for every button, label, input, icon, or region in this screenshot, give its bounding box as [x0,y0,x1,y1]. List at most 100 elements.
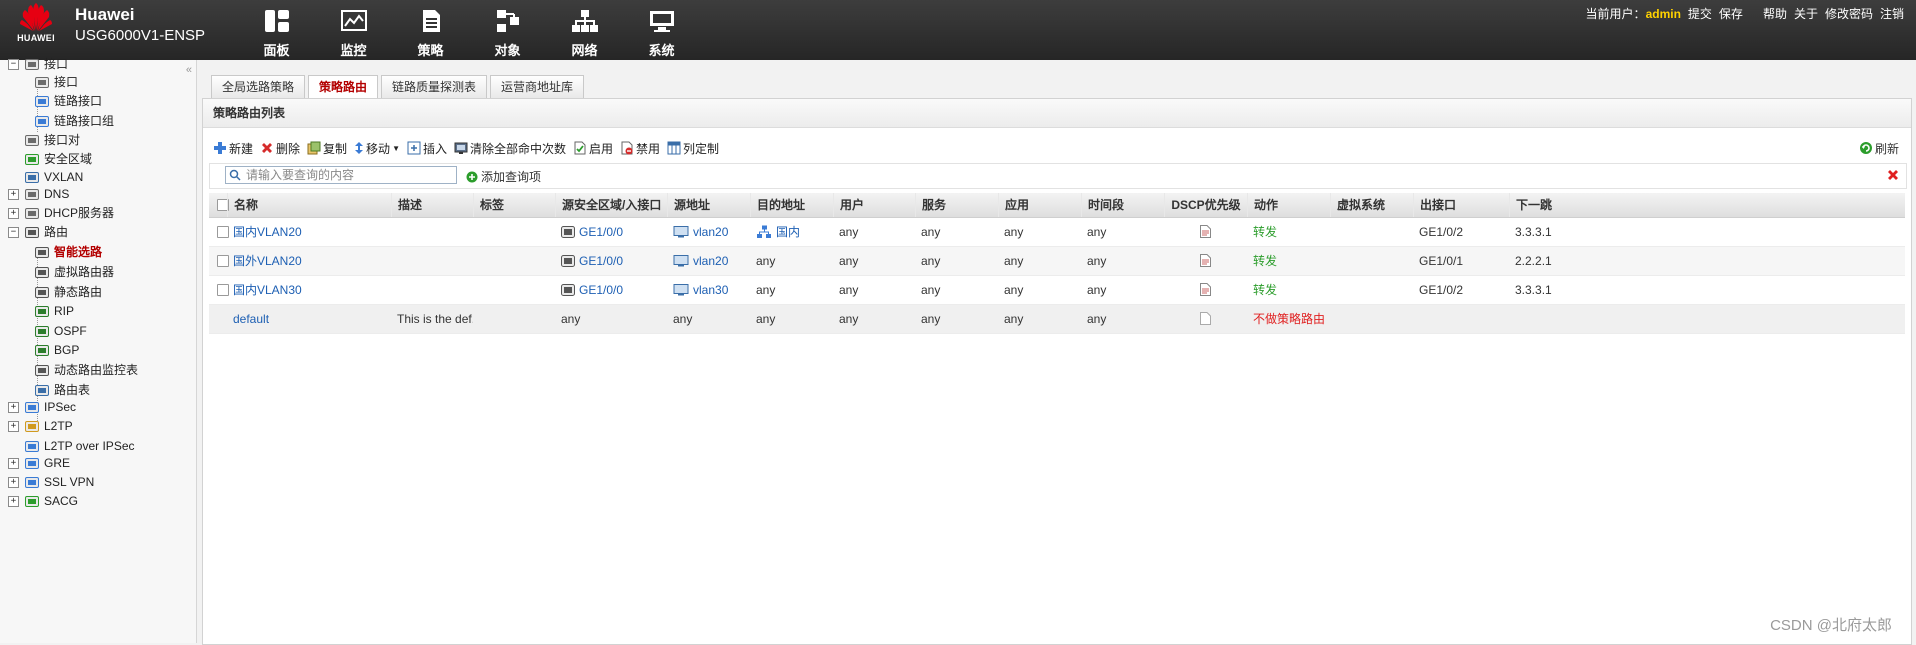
about-link[interactable]: 关于 [1794,5,1818,22]
tab-global-routing-policy[interactable]: 全局选路策略 [211,75,306,98]
rule-name-link[interactable]: default [233,312,269,326]
nav-network[interactable]: 网络 [546,0,623,60]
expand-icon[interactable]: + [8,458,19,469]
sidebar-item-bgp[interactable]: BGP [34,339,79,361]
table-row[interactable]: 国内VLAN30 GE1/0/0 vlan30 any any any any any 转发 GE… [209,276,1905,305]
cell-next-hop: 3.3.3.1 [1509,276,1599,304]
time-range: any [1087,254,1107,268]
sidebar-item-router[interactable]: − 路由 [8,221,68,243]
system-icon [649,11,674,32]
rule-name-link[interactable]: 国内VLAN20 [233,225,302,239]
cell-next-hop: 3.3.3.1 [1509,218,1599,246]
cell-service: any [915,305,998,333]
cell-outbound-interface: GE1/0/1 [1413,247,1509,275]
sidebar-item-route-monitor[interactable]: 动态路由监控表 [34,359,138,381]
cell-source-address: any [667,305,750,333]
change-password-link[interactable]: 修改密码 [1825,5,1873,22]
collapse-icon[interactable]: − [8,227,19,238]
expand-icon[interactable]: + [8,189,19,200]
column-header[interactable]: 名称 [227,193,391,217]
sidebar-item-rip[interactable]: RIP [34,300,74,322]
delete-button[interactable]: 删除 [260,140,300,157]
nav-dashboard[interactable]: 面板 [238,0,315,60]
sidebar-item-link-interface[interactable]: 链路接口 [34,90,102,112]
sidebar-collapse-button[interactable]: « [186,64,192,76]
tab-link-quality-probe[interactable]: 链路质量探测表 [381,75,488,98]
collapse-icon[interactable]: − [8,59,19,70]
column-header[interactable]: 时间段 [1081,193,1164,217]
refresh-button[interactable]: 刷新 [1859,137,1899,159]
insert-button[interactable]: 插入 [407,140,447,157]
submit-link[interactable]: 提交 [1688,5,1712,22]
row-checkbox[interactable] [217,284,229,296]
sidebar-item-smart-routing[interactable]: 智能选路 [34,241,102,263]
logout-link[interactable]: 注销 [1880,5,1904,22]
column-header[interactable]: 虚拟系统 [1330,193,1413,217]
nav-object[interactable]: 对象 [469,0,546,60]
cell-dscp[interactable] [1164,305,1247,333]
router-icon [25,227,39,238]
row-checkbox[interactable] [217,255,229,267]
expand-icon[interactable]: + [8,208,19,219]
table-row[interactable]: 国内VLAN20 GE1/0/0 vlan20 国内 any any any any 转发 GE1… [209,218,1905,247]
column-header[interactable]: 下一跳 [1509,193,1599,217]
dscp-icon [1200,312,1211,325]
source-interface-link[interactable]: GE1/0/0 [579,247,623,275]
expand-icon[interactable]: + [8,402,19,413]
new-button[interactable]: 新建 [213,140,253,157]
source-interface-link[interactable]: GE1/0/0 [579,276,623,304]
column-header[interactable]: 源安全区域/入接口 [555,193,667,217]
column-header[interactable]: 源地址 [667,193,750,217]
table-row[interactable]: default This is the def... any any any any any… [209,305,1905,334]
column-header[interactable]: 描述 [391,193,473,217]
clear-hits-button[interactable]: 清除全部命中次数 [454,140,566,157]
search-input[interactable] [225,166,457,184]
device-name: USG6000V1-ENSP [75,27,206,44]
column-header[interactable]: DSCP优先级 [1164,193,1247,217]
security-zone-icon [25,154,39,165]
cell-dscp[interactable] [1164,247,1247,275]
column-header[interactable]: 目的地址 [750,193,833,217]
column-header[interactable]: 用户 [833,193,915,217]
cell-source-interface: GE1/0/0 [555,276,667,304]
add-query-button[interactable]: 添加查询项 [466,168,541,185]
source-address-link[interactable]: vlan20 [693,247,728,275]
move-button[interactable]: 移动 ▼ [354,140,400,157]
save-link[interactable]: 保存 [1719,5,1743,22]
customize-columns-button[interactable]: 列定制 [667,140,719,157]
source-address-link[interactable]: vlan20 [693,218,728,246]
destination-address-link[interactable]: 国内 [776,218,800,246]
clear-search-button[interactable] [1886,168,1900,185]
rule-name-link[interactable]: 国内VLAN30 [233,283,302,297]
cell-dscp[interactable] [1164,276,1247,304]
nav-monitor[interactable]: 监控 [315,0,392,60]
disable-button[interactable]: 禁用 [620,140,660,157]
tab-isp-address-library[interactable]: 运营商地址库 [490,75,585,98]
tab-policy-routing[interactable]: 策略路由 [308,75,379,99]
column-header[interactable]: 出接口 [1413,193,1509,217]
expand-icon[interactable]: + [8,477,19,488]
nav-system[interactable]: 系统 [623,0,700,60]
dhcp-icon [25,208,39,219]
rule-name-link[interactable]: 国外VLAN20 [233,254,302,268]
expand-icon[interactable]: + [8,421,19,432]
watermark: CSDN @北府太郎 [1770,617,1892,634]
sidebar-item-sacg[interactable]: + SACG [8,490,78,512]
sidebar-item-l2tp[interactable]: + L2TP [8,415,73,437]
copy-button[interactable]: 复制 [307,140,347,157]
help-link[interactable]: 帮助 [1763,5,1787,22]
source-interface-link[interactable]: GE1/0/0 [579,218,623,246]
application: any [1004,312,1024,326]
sidebar-item-virtual-router[interactable]: 虚拟路由器 [34,261,114,283]
column-header[interactable]: 动作 [1247,193,1330,217]
column-header[interactable]: 应用 [998,193,1081,217]
nav-policy[interactable]: 策略 [392,0,469,60]
table-row[interactable]: 国外VLAN20 GE1/0/0 vlan20 any any any any any 转发 GE… [209,247,1905,276]
expand-icon[interactable]: + [8,496,19,507]
column-header[interactable]: 服务 [915,193,998,217]
row-checkbox[interactable] [217,226,229,238]
column-header[interactable]: 标签 [473,193,555,217]
cell-dscp[interactable] [1164,218,1247,246]
enable-button[interactable]: 启用 [573,140,613,157]
source-address-link[interactable]: vlan30 [693,276,728,304]
